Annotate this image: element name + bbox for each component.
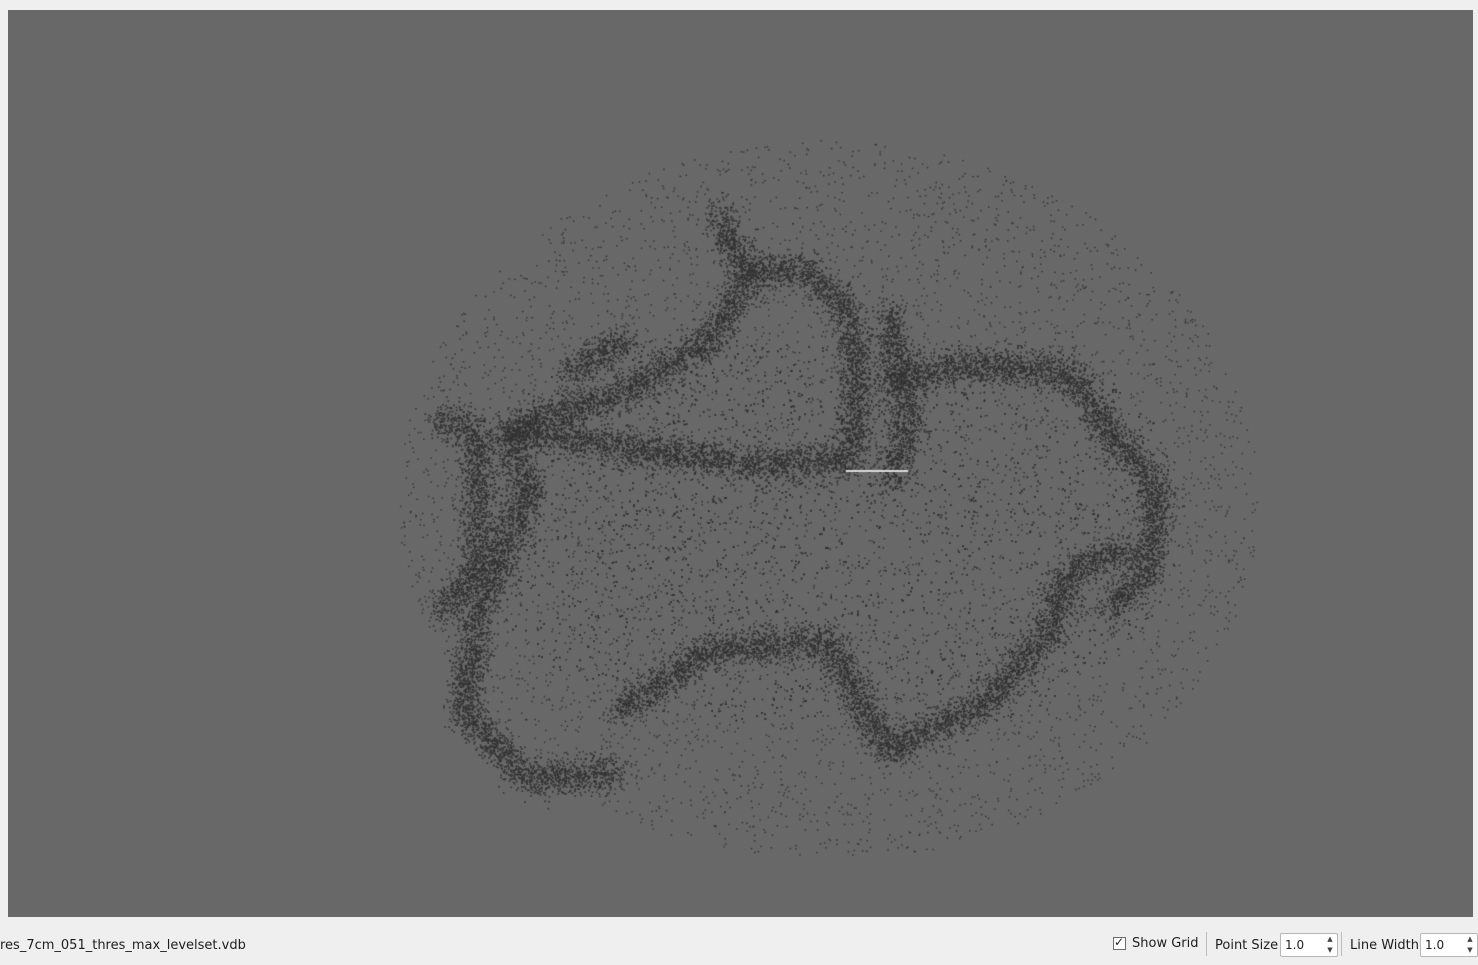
- spin-up-icon[interactable]: ▲: [1323, 934, 1337, 945]
- separator: [1341, 932, 1342, 956]
- check-icon: ✓: [1114, 935, 1125, 949]
- spin-up-icon[interactable]: ▲: [1463, 934, 1477, 945]
- show-grid-checkbox[interactable]: ✓ Show Grid: [1113, 935, 1199, 951]
- line-width-input[interactable]: [1421, 934, 1463, 956]
- spin-down-icon[interactable]: ▼: [1323, 945, 1337, 956]
- status-bar: res_7cm_051_thres_max_levelset.vdb ✓ Sho…: [0, 917, 1478, 965]
- point-size-input[interactable]: [1281, 934, 1323, 956]
- line-width-spinbox[interactable]: ▲ ▼: [1420, 933, 1478, 957]
- line-width-label: Line Width: [1350, 938, 1419, 953]
- spin-down-icon[interactable]: ▼: [1463, 945, 1477, 956]
- point-size-spinbox[interactable]: ▲ ▼: [1280, 933, 1338, 957]
- point-cloud-canvas[interactable]: [8, 10, 1473, 917]
- separator: [1206, 932, 1207, 956]
- checkbox-box[interactable]: ✓: [1113, 935, 1126, 950]
- show-grid-label: Show Grid: [1132, 936, 1199, 951]
- point-size-label: Point Size: [1215, 938, 1279, 953]
- file-name-label: res_7cm_051_thres_max_levelset.vdb: [0, 938, 246, 953]
- point-cloud-viewport[interactable]: [8, 10, 1473, 917]
